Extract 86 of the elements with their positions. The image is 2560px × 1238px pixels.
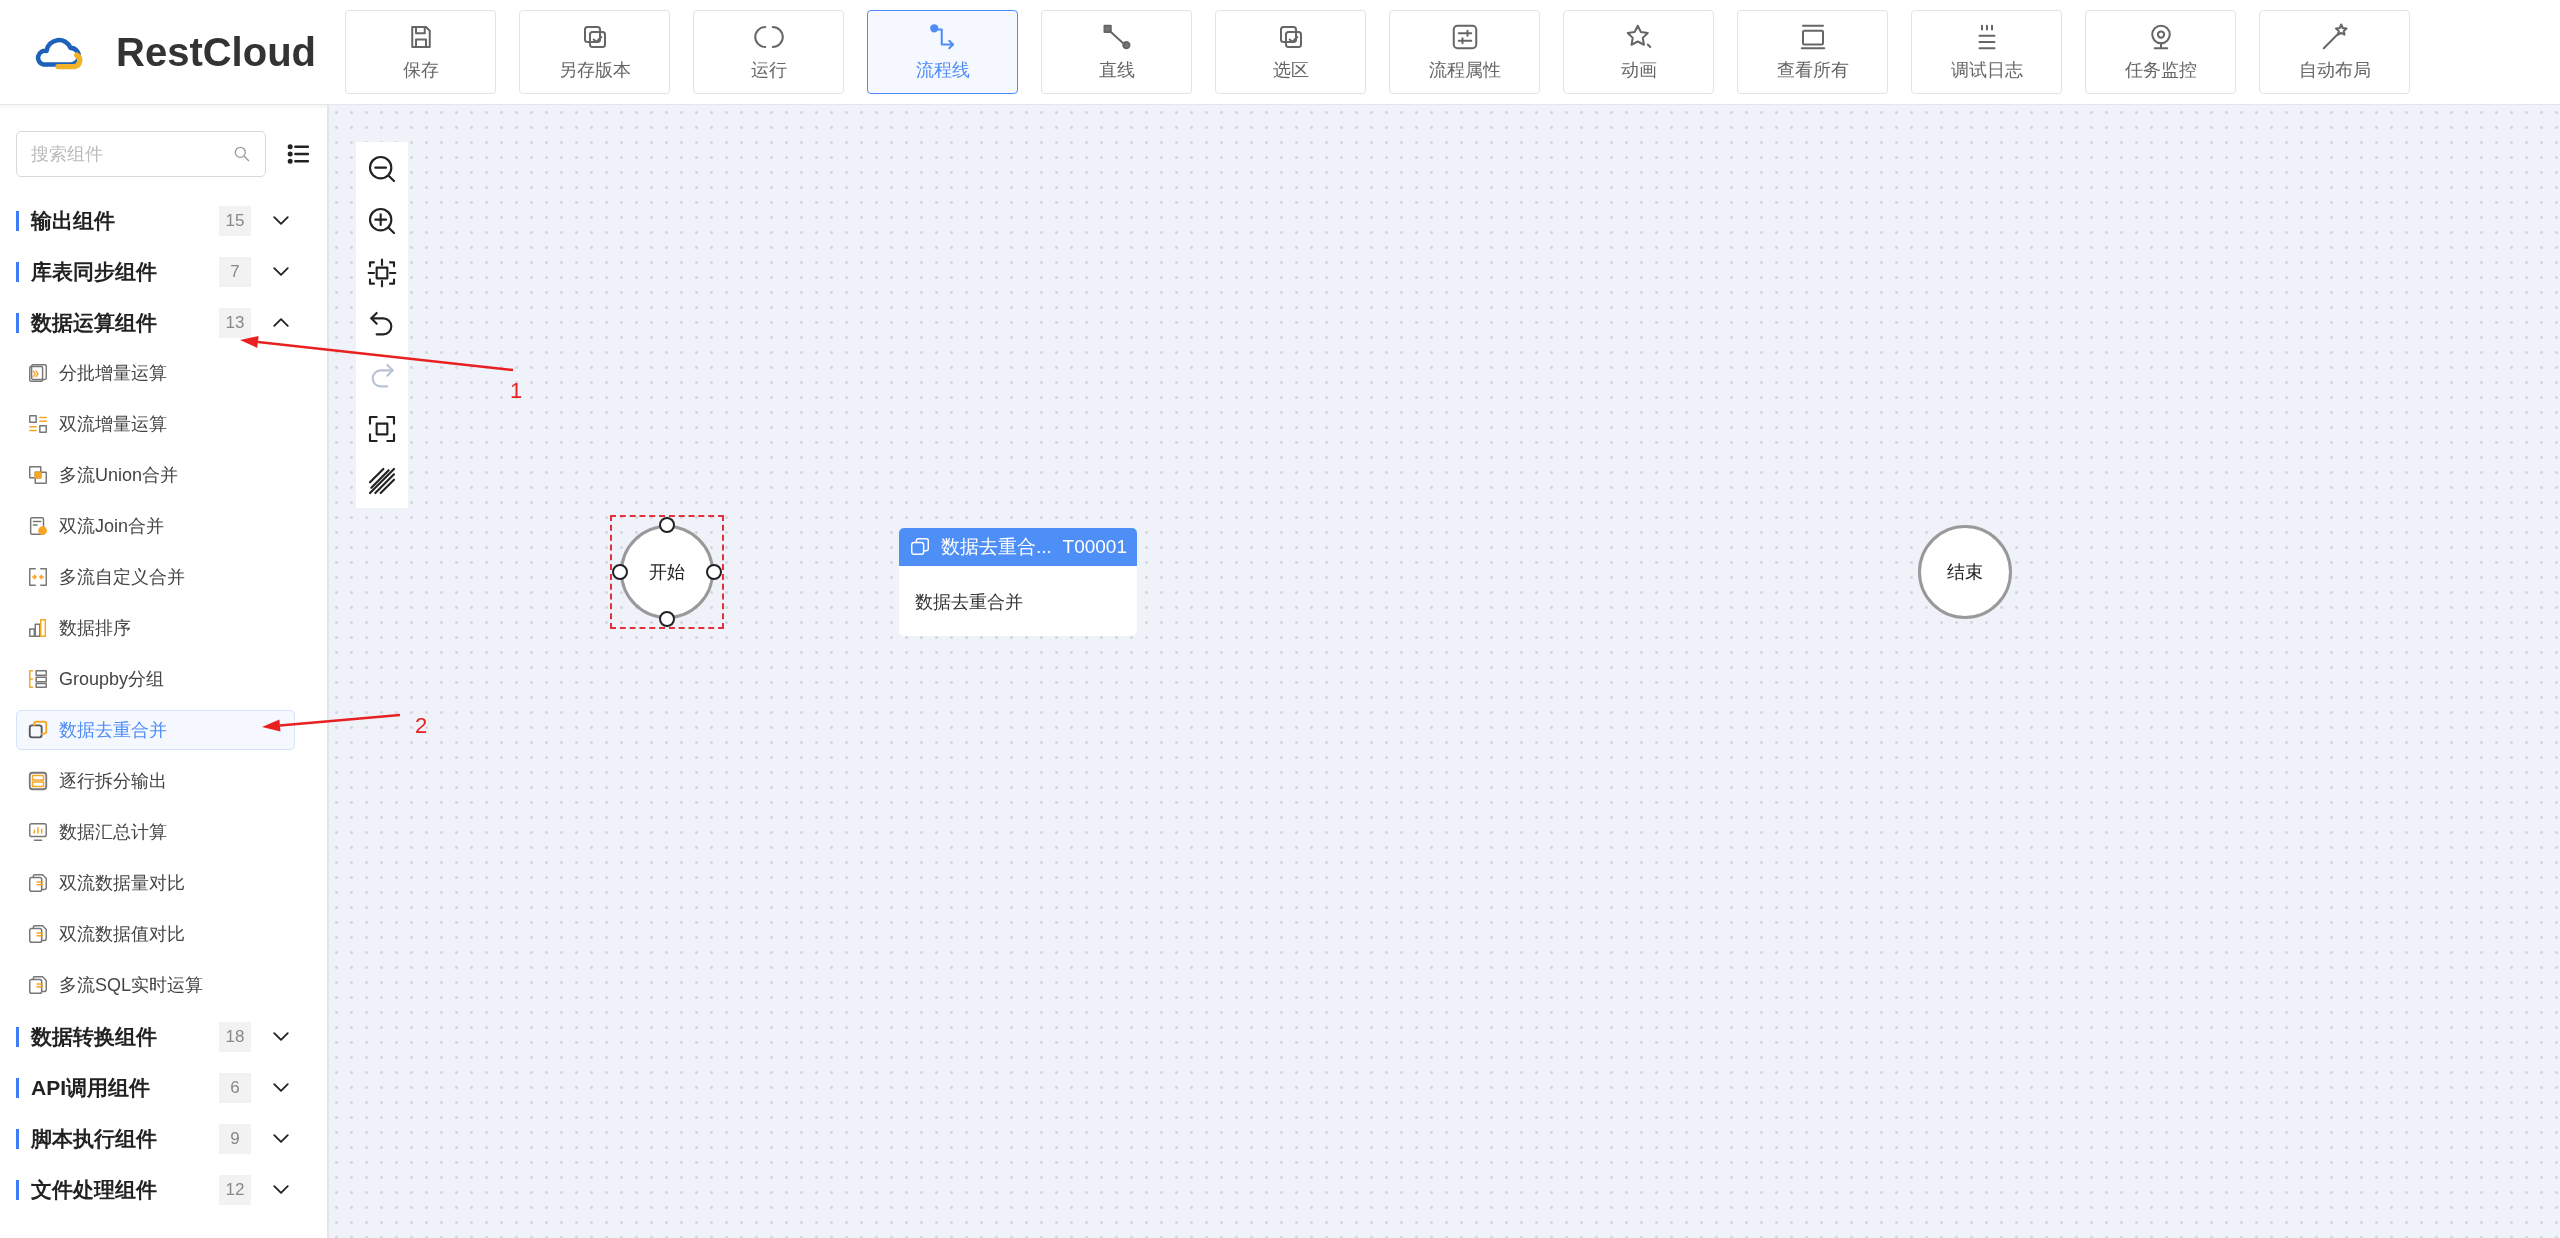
- toolbar-button[interactable]: 任务监控: [2085, 10, 2236, 94]
- component-item[interactable]: 多流SQL实时运算: [16, 965, 295, 1005]
- count-badge: 9: [219, 1123, 251, 1154]
- search-field[interactable]: 搜索组件: [16, 131, 266, 177]
- annotation-number: 2: [415, 713, 428, 739]
- annotation-number: 1: [510, 378, 523, 404]
- component-icon: [27, 566, 49, 588]
- category-name: API调用组件: [31, 1074, 151, 1101]
- fit-view-icon[interactable]: [366, 257, 398, 289]
- component-item[interactable]: 数据汇总计算: [16, 812, 295, 852]
- toolbar-button[interactable]: 运行: [693, 10, 844, 94]
- count-badge: 12: [219, 1174, 251, 1205]
- component-icon: [27, 617, 49, 639]
- toolbar-button[interactable]: 直线: [1041, 10, 1192, 94]
- connection-handle[interactable]: [659, 517, 675, 533]
- connection-handle[interactable]: [706, 564, 722, 580]
- component-icon: [27, 719, 49, 741]
- toolbar-button[interactable]: 查看所有: [1737, 10, 1888, 94]
- task-title: 数据去重合...: [941, 535, 1053, 559]
- component-item[interactable]: Groupby分组: [16, 659, 295, 699]
- count-badge: 13: [219, 307, 251, 338]
- category-header[interactable]: 输出组件 15: [16, 195, 311, 246]
- connection-handle[interactable]: [612, 564, 628, 580]
- chevron-down-icon: [273, 1083, 289, 1092]
- zoom-in-icon[interactable]: [366, 205, 398, 237]
- category-header[interactable]: 数据运算组件 13: [16, 297, 311, 348]
- category-name: 数据转换组件: [31, 1023, 158, 1050]
- category-header[interactable]: API调用组件 6: [16, 1062, 311, 1113]
- toolbar-button[interactable]: 流程属性: [1389, 10, 1540, 94]
- category-name: 文件处理组件: [31, 1176, 158, 1203]
- search-icon: [232, 144, 252, 164]
- count-badge: 18: [219, 1021, 251, 1052]
- toolbar-button[interactable]: 另存版本: [519, 10, 670, 94]
- component-item[interactable]: 双流数据值对比: [16, 914, 295, 954]
- component-icon: [27, 872, 49, 894]
- component-icon: [27, 464, 49, 486]
- zoom-out-icon[interactable]: [366, 153, 398, 185]
- task-node[interactable]: 数据去重合... T00001 数据去重合并: [899, 528, 1137, 636]
- count-badge: 6: [219, 1072, 251, 1103]
- category-header[interactable]: 文件处理组件 12: [16, 1164, 311, 1215]
- component-item[interactable]: 分批增量运算: [16, 353, 295, 393]
- component-icon: [27, 668, 49, 690]
- component-item[interactable]: 逐行拆分输出: [16, 761, 295, 801]
- straight-line-icon: [1101, 22, 1132, 52]
- category-name: 输出组件: [31, 207, 116, 234]
- category-name: 库表同步组件: [31, 258, 158, 285]
- hatch-pattern-icon[interactable]: [366, 465, 398, 497]
- count-badge: 7: [219, 256, 251, 287]
- node-label: 结束: [1947, 561, 1983, 584]
- task-description: 数据去重合并: [914, 591, 1024, 614]
- component-item[interactable]: 双流增量运算: [16, 404, 295, 444]
- toolbar-button[interactable]: 调试日志: [1911, 10, 2062, 94]
- category-header[interactable]: 库表同步组件 7: [16, 246, 311, 297]
- toolbar-button[interactable]: 选区: [1215, 10, 1366, 94]
- connection-handle[interactable]: [659, 611, 675, 627]
- chevron-up-icon: [273, 318, 289, 327]
- toolbar-button[interactable]: 保存: [345, 10, 496, 94]
- component-icon: [27, 974, 49, 996]
- component-item[interactable]: 多流自定义合并: [16, 557, 295, 597]
- fullscreen-icon[interactable]: [366, 413, 398, 445]
- component-item[interactable]: 多流Union合并: [16, 455, 295, 495]
- component-icon: [27, 923, 49, 945]
- toolbar-button[interactable]: 自动布局: [2259, 10, 2410, 94]
- category-header[interactable]: 数据转换组件 18: [16, 1011, 311, 1062]
- chevron-down-icon: [273, 1185, 289, 1194]
- chevron-down-icon: [273, 1032, 289, 1041]
- node-label: 开始: [649, 561, 685, 584]
- copy-icon: [909, 536, 931, 558]
- chevron-down-icon: [273, 1134, 289, 1143]
- component-icon: [27, 362, 49, 384]
- category-header[interactable]: 脚本执行组件 9: [16, 1113, 311, 1164]
- component-item[interactable]: 双流数据量对比: [16, 863, 295, 903]
- logo-text: RestCloud: [116, 29, 316, 75]
- chevron-down-icon: [273, 216, 289, 225]
- toolbar-button[interactable]: 动画: [1563, 10, 1714, 94]
- chevron-down-icon: [273, 267, 289, 276]
- component-icon: [27, 413, 49, 435]
- count-badge: 15: [219, 205, 251, 236]
- component-item[interactable]: 数据排序: [16, 608, 295, 648]
- task-code: T00001: [1062, 536, 1127, 558]
- component-icon: [27, 821, 49, 843]
- category-name: 脚本执行组件: [31, 1125, 158, 1152]
- component-icon: [27, 770, 49, 792]
- component-item[interactable]: 双流Join合并: [16, 506, 295, 546]
- category-name: 数据运算组件: [31, 309, 158, 336]
- component-icon: [27, 515, 49, 537]
